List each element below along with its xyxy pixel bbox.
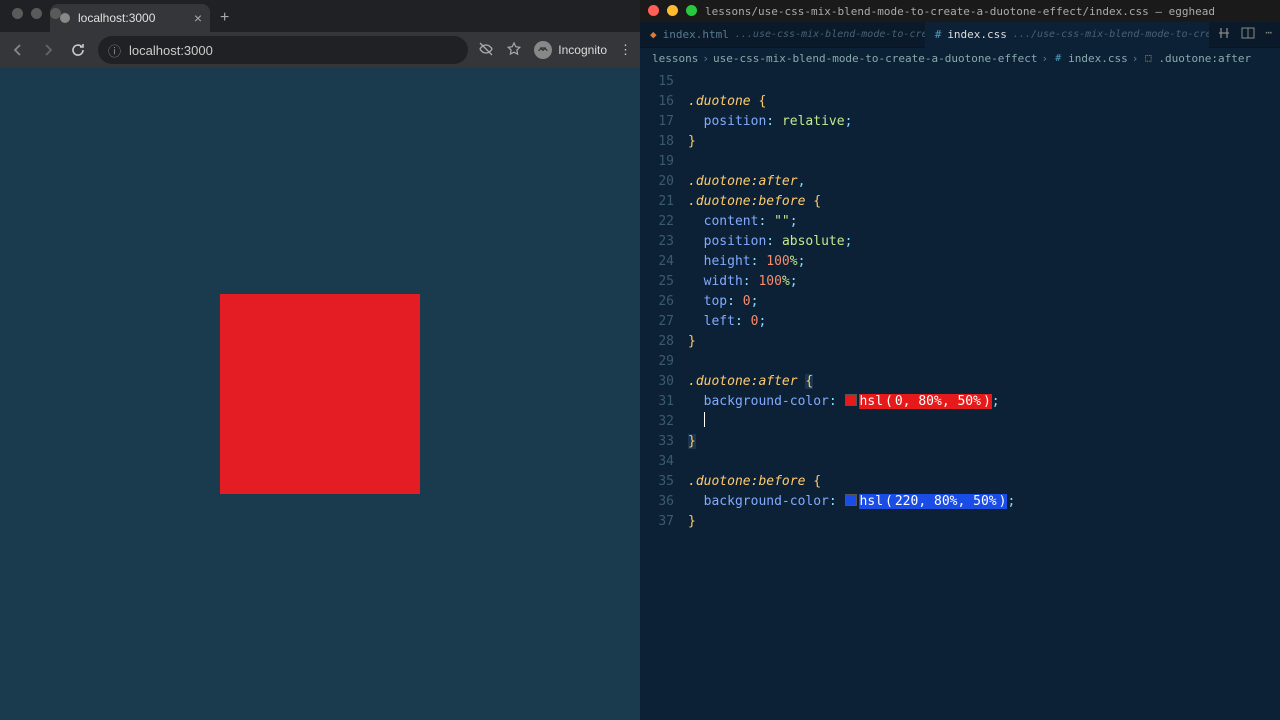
line-gutter: 1516171819202122232425262728293031323334… xyxy=(640,72,688,720)
incognito-badge: Incognito xyxy=(534,41,607,59)
tab-path: .../use-css-mix-blend-mode-to-create-a-d… xyxy=(1013,29,1209,40)
editor-titlebar: lessons/use-css-mix-blend-mode-to-create… xyxy=(640,0,1280,22)
address-bar[interactable]: ⓘ localhost:3000 xyxy=(98,36,468,64)
html-file-icon: ◆ xyxy=(650,28,657,41)
code-content[interactable]: .duotone { position: relative;}.duotone:… xyxy=(688,72,1280,720)
tab-filename: index.css xyxy=(947,28,1007,41)
breadcrumb-part[interactable]: index.css xyxy=(1068,52,1128,65)
editor-tab-actions: ⋯ xyxy=(1209,26,1280,43)
chevron-right-icon: › xyxy=(1132,52,1139,65)
menu-icon[interactable]: ⋮ xyxy=(619,42,632,58)
page-content xyxy=(0,68,640,720)
breadcrumb-part[interactable]: use-css-mix-blend-mode-to-create-a-duoto… xyxy=(713,52,1038,65)
symbol-icon: ⬚ xyxy=(1142,52,1154,64)
bookmark-star-icon[interactable] xyxy=(506,41,522,60)
tab-path: ...use-css-mix-blend-mode-to-create-a-du… xyxy=(735,29,925,40)
incognito-icon xyxy=(534,41,552,59)
browser-window: localhost:3000 × + ⓘ localhost:3000 xyxy=(0,0,640,720)
chevron-right-icon: › xyxy=(702,52,709,65)
split-editor-icon[interactable] xyxy=(1241,26,1255,43)
browser-tab[interactable]: localhost:3000 × xyxy=(50,4,210,32)
css-file-icon: # xyxy=(935,28,942,41)
close-icon[interactable] xyxy=(12,8,23,19)
back-button[interactable] xyxy=(8,40,28,60)
editor-tabstrip: ◆ index.html ...use-css-mix-blend-mode-t… xyxy=(640,22,1280,48)
toolbar-right: Incognito ⋮ xyxy=(478,41,632,60)
minimize-icon[interactable] xyxy=(31,8,42,19)
reload-button[interactable] xyxy=(68,40,88,60)
css-file-icon: # xyxy=(1052,52,1064,64)
new-tab-button[interactable]: + xyxy=(220,4,229,32)
minimize-icon[interactable] xyxy=(667,5,678,16)
site-info-icon[interactable]: ⓘ xyxy=(108,41,121,60)
breadcrumb[interactable]: lessons › use-css-mix-blend-mode-to-crea… xyxy=(640,48,1280,68)
editor-tab-css[interactable]: # index.css .../use-css-mix-blend-mode-t… xyxy=(925,22,1210,48)
editor-window: lessons/use-css-mix-blend-mode-to-create… xyxy=(640,0,1280,720)
maximize-icon[interactable] xyxy=(686,5,697,16)
breadcrumb-part[interactable]: lessons xyxy=(652,52,698,65)
editor-traffic-lights[interactable] xyxy=(648,5,697,16)
browser-toolbar: ⓘ localhost:3000 Incognito ⋮ xyxy=(0,32,640,68)
tab-filename: index.html xyxy=(663,28,729,41)
editor-tab-html[interactable]: ◆ index.html ...use-css-mix-blend-mode-t… xyxy=(640,22,925,48)
browser-traffic-lights[interactable] xyxy=(12,8,61,19)
chevron-right-icon: › xyxy=(1042,52,1049,65)
code-editor[interactable]: 1516171819202122232425262728293031323334… xyxy=(640,68,1280,720)
tab-close-button[interactable]: × xyxy=(194,10,202,26)
more-actions-icon[interactable]: ⋯ xyxy=(1265,26,1272,43)
tab-title: localhost:3000 xyxy=(78,11,155,25)
compare-changes-icon[interactable] xyxy=(1217,26,1231,43)
browser-tabstrip: localhost:3000 × + xyxy=(0,0,640,32)
incognito-label: Incognito xyxy=(558,43,607,57)
breadcrumb-part[interactable]: .duotone:after xyxy=(1158,52,1251,65)
maximize-icon[interactable] xyxy=(50,8,61,19)
eye-off-icon[interactable] xyxy=(478,41,494,60)
url-text: localhost:3000 xyxy=(129,43,213,58)
window-title: lessons/use-css-mix-blend-mode-to-create… xyxy=(705,5,1215,18)
close-icon[interactable] xyxy=(648,5,659,16)
forward-button[interactable] xyxy=(38,40,58,60)
duotone-square xyxy=(220,294,420,494)
